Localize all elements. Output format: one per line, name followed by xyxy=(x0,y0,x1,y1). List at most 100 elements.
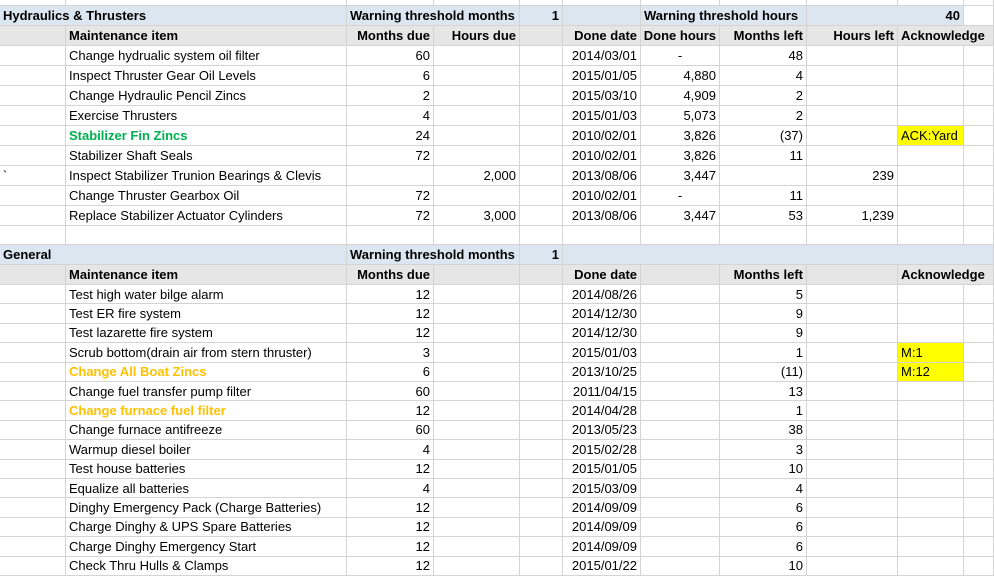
hours-due-value[interactable]: 3,000 xyxy=(434,206,520,226)
cell[interactable] xyxy=(0,265,66,285)
cell[interactable] xyxy=(520,106,563,126)
hours-left-value[interactable] xyxy=(807,556,898,576)
months-left-value[interactable]: 5 xyxy=(720,285,807,305)
acknowledge-cell[interactable] xyxy=(898,420,964,441)
done-date-value[interactable]: 2013/10/25 xyxy=(563,362,641,382)
cell[interactable] xyxy=(520,323,563,344)
months-left-value[interactable] xyxy=(720,166,807,186)
months-left-value[interactable]: 11 xyxy=(720,146,807,166)
acknowledge-cell[interactable] xyxy=(898,382,964,402)
maintenance-item-name[interactable]: Charge Dinghy & UPS Spare Batteries xyxy=(66,517,347,538)
acknowledge-cell[interactable] xyxy=(898,517,964,538)
cell[interactable] xyxy=(964,382,994,402)
cell[interactable] xyxy=(520,556,563,576)
done-hours-value[interactable] xyxy=(641,537,720,557)
hours-due-value[interactable] xyxy=(434,537,520,557)
cell[interactable] xyxy=(964,226,994,245)
done-hours-value[interactable]: 4,880 xyxy=(641,66,720,86)
cell[interactable] xyxy=(520,537,563,557)
hours-left-value[interactable] xyxy=(807,46,898,66)
hours-due-value[interactable] xyxy=(434,382,520,402)
hours-left-value[interactable] xyxy=(807,479,898,499)
maintenance-item-name[interactable]: Check Thru Hulls & Clamps xyxy=(66,556,347,576)
hours-due-value[interactable] xyxy=(434,343,520,363)
hours-due-value[interactable] xyxy=(434,304,520,324)
hours-due-value[interactable] xyxy=(434,285,520,305)
cell[interactable] xyxy=(520,343,563,363)
maintenance-item-name[interactable]: Test high water bilge alarm xyxy=(66,285,347,305)
months-due-value[interactable]: 72 xyxy=(347,146,434,166)
acknowledge-cell[interactable] xyxy=(898,440,964,460)
cell[interactable] xyxy=(964,146,994,166)
done-date-value[interactable]: 2015/03/09 xyxy=(563,479,641,499)
cell[interactable] xyxy=(964,420,994,441)
months-left-value[interactable]: 1 xyxy=(720,343,807,363)
months-due-value[interactable]: 12 xyxy=(347,401,434,421)
months-due-value[interactable]: 12 xyxy=(347,304,434,324)
months-left-value[interactable]: (11) xyxy=(720,362,807,382)
cell[interactable] xyxy=(520,517,563,538)
hours-left-value[interactable] xyxy=(807,323,898,344)
maintenance-item-name[interactable]: Scrub bottom(drain air from stern thrust… xyxy=(66,343,347,363)
done-date-value[interactable]: 2010/02/01 xyxy=(563,186,641,206)
acknowledge-cell[interactable]: M:1 xyxy=(898,343,964,363)
maintenance-item-name[interactable]: Exercise Thrusters xyxy=(66,106,347,126)
cell[interactable] xyxy=(964,343,994,363)
maintenance-item-name[interactable]: Dinghy Emergency Pack (Charge Batteries) xyxy=(66,498,347,518)
done-date-value[interactable]: 2015/03/10 xyxy=(563,86,641,106)
cell[interactable] xyxy=(0,226,66,245)
done-date-value[interactable]: 2011/04/15 xyxy=(563,382,641,402)
cell[interactable] xyxy=(964,362,994,382)
cell[interactable] xyxy=(964,66,994,86)
done-date-value[interactable]: 2014/12/30 xyxy=(563,323,641,344)
cell[interactable] xyxy=(964,440,994,460)
hours-left-value[interactable] xyxy=(807,459,898,479)
hours-left-value[interactable] xyxy=(807,86,898,106)
cell[interactable] xyxy=(520,479,563,499)
months-due-value[interactable]: 4 xyxy=(347,479,434,499)
months-left-value[interactable]: 38 xyxy=(720,420,807,441)
months-left-value[interactable]: 10 xyxy=(720,459,807,479)
cell[interactable] xyxy=(434,226,520,245)
cell[interactable] xyxy=(520,401,563,421)
hours-left-value[interactable] xyxy=(807,537,898,557)
months-left-value[interactable]: 9 xyxy=(720,304,807,324)
done-hours-value[interactable] xyxy=(641,401,720,421)
done-date-value[interactable]: 2014/09/09 xyxy=(563,517,641,538)
cell[interactable] xyxy=(964,186,994,206)
cell[interactable] xyxy=(520,362,563,382)
done-hours-value[interactable]: 5,073 xyxy=(641,106,720,126)
maintenance-item-name[interactable]: Change fuel transfer pump filter xyxy=(66,382,347,402)
cell[interactable] xyxy=(66,226,347,245)
maintenance-item-name[interactable]: Change All Boat Zincs xyxy=(66,362,347,382)
spreadsheet-grid[interactable]: Hydraulics & Thrusters Warning threshold … xyxy=(0,0,994,576)
threshold-months-value[interactable]: 1 xyxy=(520,6,563,26)
acknowledge-cell[interactable] xyxy=(898,86,964,106)
hours-due-value[interactable] xyxy=(434,498,520,518)
cell[interactable] xyxy=(520,440,563,460)
cell[interactable] xyxy=(520,420,563,441)
cell[interactable] xyxy=(520,166,563,186)
done-hours-value[interactable] xyxy=(641,556,720,576)
cell[interactable] xyxy=(520,285,563,305)
months-left-value[interactable]: 53 xyxy=(720,206,807,226)
months-left-value[interactable]: 6 xyxy=(720,517,807,538)
threshold-months-value[interactable]: 1 xyxy=(520,245,563,265)
hours-left-value[interactable] xyxy=(807,66,898,86)
acknowledge-cell[interactable] xyxy=(898,206,964,226)
maintenance-item-name[interactable]: Charge Dinghy Emergency Start xyxy=(66,537,347,557)
acknowledge-cell[interactable] xyxy=(898,186,964,206)
done-date-value[interactable]: 2013/08/06 xyxy=(563,166,641,186)
months-left-value[interactable]: 1 xyxy=(720,401,807,421)
done-date-value[interactable]: 2013/05/23 xyxy=(563,420,641,441)
months-left-value[interactable]: 4 xyxy=(720,479,807,499)
done-date-value[interactable]: 2015/01/05 xyxy=(563,66,641,86)
cell[interactable] xyxy=(964,206,994,226)
hours-left-value[interactable]: 239 xyxy=(807,166,898,186)
months-left-value[interactable]: (37) xyxy=(720,126,807,146)
acknowledge-cell[interactable] xyxy=(898,479,964,499)
cell[interactable] xyxy=(964,6,994,26)
acknowledge-cell[interactable] xyxy=(898,166,964,186)
months-due-value[interactable]: 60 xyxy=(347,382,434,402)
months-left-value[interactable]: 6 xyxy=(720,498,807,518)
